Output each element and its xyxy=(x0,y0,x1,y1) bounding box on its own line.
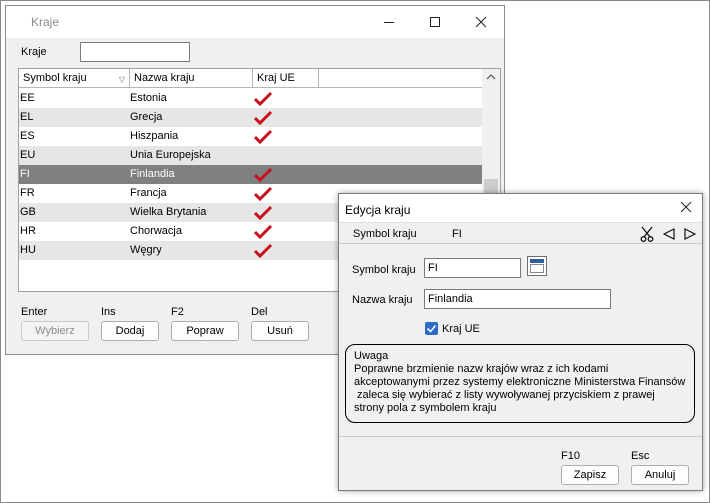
cell-name: Finlandia xyxy=(130,168,175,180)
cancel-button[interactable]: Anuluj xyxy=(631,465,689,485)
warning-note: Uwaga Poprawne brzmienie nazw krajów wra… xyxy=(345,344,695,423)
column-header-label: Kraj UE xyxy=(257,72,295,84)
country-picker-button[interactable] xyxy=(527,256,547,276)
close-icon[interactable] xyxy=(680,201,692,213)
eu-checkbox-label: Kraj UE xyxy=(442,323,480,335)
record-info-bar: Symbol kraju FI xyxy=(339,222,702,244)
cell-name: Hiszpania xyxy=(130,130,179,142)
cell-name: Węgry xyxy=(130,244,162,256)
shortcut-ins: Ins xyxy=(101,306,116,318)
shortcut-f2: F2 xyxy=(171,306,184,318)
checkmark-icon xyxy=(254,224,272,239)
cell-code: ES xyxy=(20,130,35,142)
calendar-picker-icon xyxy=(530,259,544,263)
cell-eu xyxy=(254,184,318,203)
minimize-button[interactable] xyxy=(366,6,412,38)
column-header-label: Nazwa kraju xyxy=(134,72,195,84)
cell-code: GB xyxy=(20,206,36,218)
cell-name: Francja xyxy=(130,187,167,199)
prev-arrow-icon[interactable] xyxy=(662,228,675,243)
checkmark-icon xyxy=(254,167,272,182)
name-label: Nazwa kraju xyxy=(352,294,413,306)
cell-eu xyxy=(254,127,318,146)
note-title: Uwaga xyxy=(354,350,389,362)
shortcut-enter: Enter xyxy=(21,306,48,318)
maximize-button[interactable] xyxy=(412,6,458,38)
column-header-code[interactable]: Symbol kraju ▽ xyxy=(19,69,130,88)
note-line: akceptowanymi przez systemy elektroniczn… xyxy=(354,376,686,388)
cell-code: EU xyxy=(20,149,36,161)
next-arrow-icon[interactable] xyxy=(684,228,697,243)
checkmark-icon xyxy=(254,110,272,125)
maximize-icon xyxy=(430,17,440,27)
eu-checkbox[interactable] xyxy=(425,322,438,335)
shortcut-esc: Esc xyxy=(631,450,650,462)
close-icon xyxy=(475,16,487,28)
divider xyxy=(339,436,702,437)
sort-icon: ▽ xyxy=(118,75,125,84)
cell-code: HU xyxy=(20,244,36,256)
delete-button[interactable]: Usuń xyxy=(251,321,309,341)
cell-name: Unia Europejska xyxy=(130,149,211,161)
filter-input[interactable] xyxy=(80,42,190,62)
cell-code: EE xyxy=(20,92,35,104)
cell-name: Estonia xyxy=(130,92,167,104)
note-line: Poprawne brzmienie nazw krajów wraz z ic… xyxy=(354,363,609,375)
dialog-title: Edycja kraju xyxy=(345,203,411,217)
checkmark-icon xyxy=(426,324,437,333)
checkmark-icon xyxy=(254,186,272,201)
symbol-input[interactable] xyxy=(424,258,521,278)
cell-code: FR xyxy=(20,187,35,199)
minimize-icon xyxy=(384,22,394,23)
edit-country-dialog: Edycja kraju Symbol kraju FI Symbol kraj… xyxy=(338,193,703,491)
cell-eu xyxy=(254,89,318,108)
edit-button[interactable]: Popraw xyxy=(171,321,239,341)
note-line: zaleca się wybierać z listy wywoływanej … xyxy=(354,389,655,401)
table-row[interactable]: EL Grecja xyxy=(19,108,482,127)
note-line: strony pola z symbolem kraju xyxy=(354,402,497,414)
symbol-label: Symbol kraju xyxy=(352,264,416,276)
cell-name: Wielka Brytania xyxy=(130,206,207,218)
cell-code: HR xyxy=(20,225,36,237)
checkmark-icon xyxy=(254,243,272,258)
select-button[interactable]: Wybierz xyxy=(21,321,89,341)
checkmark-icon xyxy=(254,91,272,106)
table-row[interactable]: EU Unia Europejska xyxy=(19,146,482,165)
cell-eu xyxy=(254,108,318,127)
picker-icon-body xyxy=(530,264,544,273)
cell-code: EL xyxy=(20,111,34,123)
checkmark-icon xyxy=(254,205,272,220)
column-header-eu[interactable]: Kraj UE xyxy=(253,69,319,88)
table-row-selected[interactable]: FI Finlandia xyxy=(19,165,482,184)
close-button[interactable] xyxy=(458,6,504,38)
scissors-icon[interactable] xyxy=(640,226,654,245)
dialog-title-bar: Edycja kraju xyxy=(339,194,702,222)
cell-name: Grecja xyxy=(130,111,163,123)
cell-eu xyxy=(254,146,318,165)
shortcut-f10: F10 xyxy=(561,450,580,462)
cell-name: Chorwacja xyxy=(130,225,182,237)
cell-eu xyxy=(254,241,318,260)
cell-eu xyxy=(254,203,318,222)
table-row[interactable]: EE Estonia xyxy=(19,89,482,108)
table-header: Symbol kraju ▽ Nazwa kraju Kraj UE xyxy=(19,69,482,88)
shortcut-del: Del xyxy=(251,306,268,318)
cell-eu xyxy=(254,222,318,241)
window-title: Kraje xyxy=(31,15,60,29)
save-button[interactable]: Zapisz xyxy=(561,465,619,485)
cell-eu xyxy=(254,165,318,184)
add-button[interactable]: Dodaj xyxy=(101,321,159,341)
checkmark-icon xyxy=(254,129,272,144)
name-input[interactable] xyxy=(424,289,611,309)
record-navigation xyxy=(634,226,697,245)
title-bar: Kraje xyxy=(6,6,504,38)
record-info-value: FI xyxy=(452,228,462,240)
record-info-label: Symbol kraju xyxy=(353,228,417,240)
filter-label: Kraje xyxy=(21,46,47,58)
table-row[interactable]: ES Hiszpania xyxy=(19,127,482,146)
scroll-up-icon[interactable] xyxy=(486,74,496,80)
cell-code: FI xyxy=(20,168,30,180)
column-header-name[interactable]: Nazwa kraju xyxy=(130,69,253,88)
column-header-label: Symbol kraju xyxy=(23,72,87,84)
